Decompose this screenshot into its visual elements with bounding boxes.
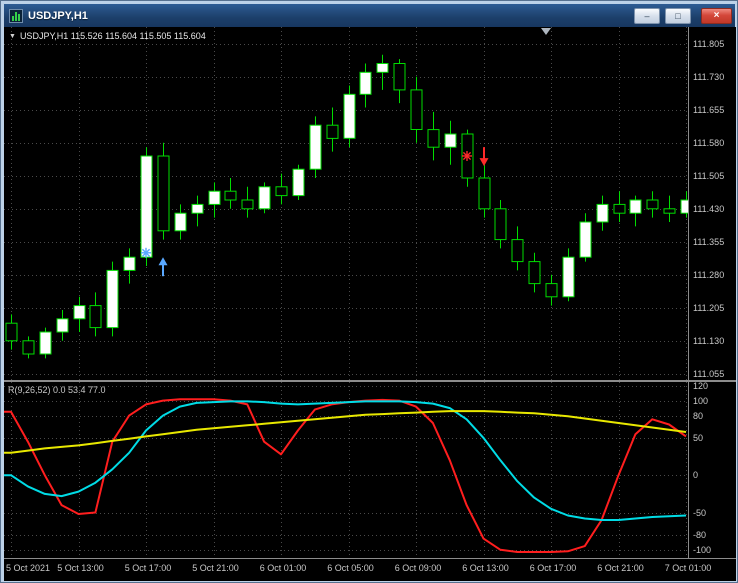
indicator-tick-label: -50 xyxy=(693,507,707,518)
price-tick-label: 111.805 xyxy=(693,38,725,49)
time-tick-label: 6 Oct 09:00 xyxy=(394,563,442,573)
candle-body xyxy=(258,186,271,210)
candle-body xyxy=(494,208,507,241)
indicator-line-yellow xyxy=(4,410,687,454)
price-axis-border xyxy=(688,27,689,558)
indicator-tick-label: 0 xyxy=(693,470,699,481)
indicator-axis[interactable]: 120 100 80 50 0 -50 -80 -100 xyxy=(693,380,736,558)
candle-body xyxy=(22,340,35,355)
indicator-tick-label: 120 xyxy=(693,380,709,391)
price-tick-label: 111.580 xyxy=(693,137,725,148)
candle-body xyxy=(596,203,609,223)
candle-body xyxy=(613,203,626,214)
candle-body xyxy=(174,212,187,232)
candle-body xyxy=(646,199,659,210)
pane-separator[interactable] xyxy=(4,380,736,382)
price-tick-label: 111.130 xyxy=(693,335,725,346)
candle-body xyxy=(528,261,541,285)
chart-shift-marker-icon xyxy=(541,28,551,35)
signal-arrow-down-icon xyxy=(479,147,489,167)
chart-window: USDJPY,H1 – □ × ▼ USDJPY,H1 115.526 115.… xyxy=(0,0,738,583)
indicator-tick-label: 50 xyxy=(693,432,704,443)
candle-body xyxy=(562,256,575,298)
time-tick-label: 6 Oct 13:00 xyxy=(462,563,509,573)
candle-body xyxy=(56,318,69,333)
price-tick-label: 111.430 xyxy=(693,203,725,214)
indicator-canvas[interactable] xyxy=(4,382,688,558)
time-tick-label: 5 Oct 13:00 xyxy=(57,563,104,573)
candle-body xyxy=(410,89,423,130)
candle-body xyxy=(393,63,406,91)
candle-body xyxy=(241,199,254,210)
time-tick-label: 5 Oct 17:00 xyxy=(124,563,172,573)
indicator-tick-label: 100 xyxy=(693,395,709,406)
signal-arrow-up-icon xyxy=(158,257,168,277)
candle-body xyxy=(292,168,305,197)
chart-icon xyxy=(9,8,23,23)
signal-star-icon xyxy=(462,150,472,161)
window-title: USDJPY,H1 xyxy=(28,9,88,22)
price-tick-label: 111.655 xyxy=(693,104,725,115)
indicator-tick-label: 80 xyxy=(693,410,704,421)
price-tick-label: 111.730 xyxy=(693,71,725,82)
time-tick-label: 7 Oct 01:00 xyxy=(664,563,712,573)
candle-body xyxy=(444,133,457,148)
candle-body xyxy=(359,71,372,95)
time-tick-label: 6 Oct 05:00 xyxy=(327,563,374,573)
candle-body xyxy=(545,283,558,298)
candle-body xyxy=(629,199,642,214)
time-axis[interactable]: 5 Oct 2021 5 Oct 13:00 5 Oct 17:00 5 Oct 21… xyxy=(4,559,736,581)
price-tick-label: 111.205 xyxy=(693,302,725,313)
candle-body xyxy=(140,155,153,258)
signal-star-icon xyxy=(141,247,151,258)
candle-body xyxy=(663,208,676,214)
time-tick-label: 6 Oct 17:00 xyxy=(529,563,577,573)
candle-body xyxy=(39,331,52,355)
price-tick-label: 111.355 xyxy=(693,236,725,247)
titlebar[interactable]: USDJPY,H1 – □ × xyxy=(4,4,735,27)
candle-body xyxy=(224,190,237,201)
price-tick-label: 111.280 xyxy=(693,269,725,280)
candle-body xyxy=(191,203,204,214)
candle-body xyxy=(275,186,288,197)
indicator-tick-label: -80 xyxy=(693,529,707,540)
candle-body xyxy=(680,199,688,214)
candle-body xyxy=(478,177,491,210)
price-tick-label: 111.055 xyxy=(693,368,725,379)
candle-body xyxy=(208,190,221,205)
candle-body xyxy=(5,322,18,342)
main-chart-canvas[interactable] xyxy=(4,27,688,380)
time-tick-label: 5 Oct 21:00 xyxy=(192,563,239,573)
candle-body xyxy=(376,63,389,73)
candle-body xyxy=(73,305,86,320)
close-button[interactable]: × xyxy=(701,7,732,24)
candle-body xyxy=(123,256,136,271)
time-tick-label: 6 Oct 01:00 xyxy=(259,563,307,573)
indicator-tick-label: -100 xyxy=(693,544,712,555)
candle-body xyxy=(326,124,339,139)
candle-body xyxy=(579,221,592,258)
candle-body xyxy=(89,305,102,329)
candle-body xyxy=(309,124,322,170)
candle-body xyxy=(106,269,119,329)
candle-body xyxy=(157,155,170,232)
time-tick-label: 6 Oct 21:00 xyxy=(597,563,644,573)
candle-body xyxy=(343,93,356,139)
maximize-button[interactable]: □ xyxy=(665,7,691,24)
chart-client-area: ▼ USDJPY,H1 115.526 115.604 115.505 115.… xyxy=(4,27,736,581)
price-tick-label: 111.505 xyxy=(693,170,725,181)
minimize-button[interactable]: – xyxy=(634,7,660,24)
candle-body xyxy=(427,129,440,148)
candle-body xyxy=(511,239,524,263)
